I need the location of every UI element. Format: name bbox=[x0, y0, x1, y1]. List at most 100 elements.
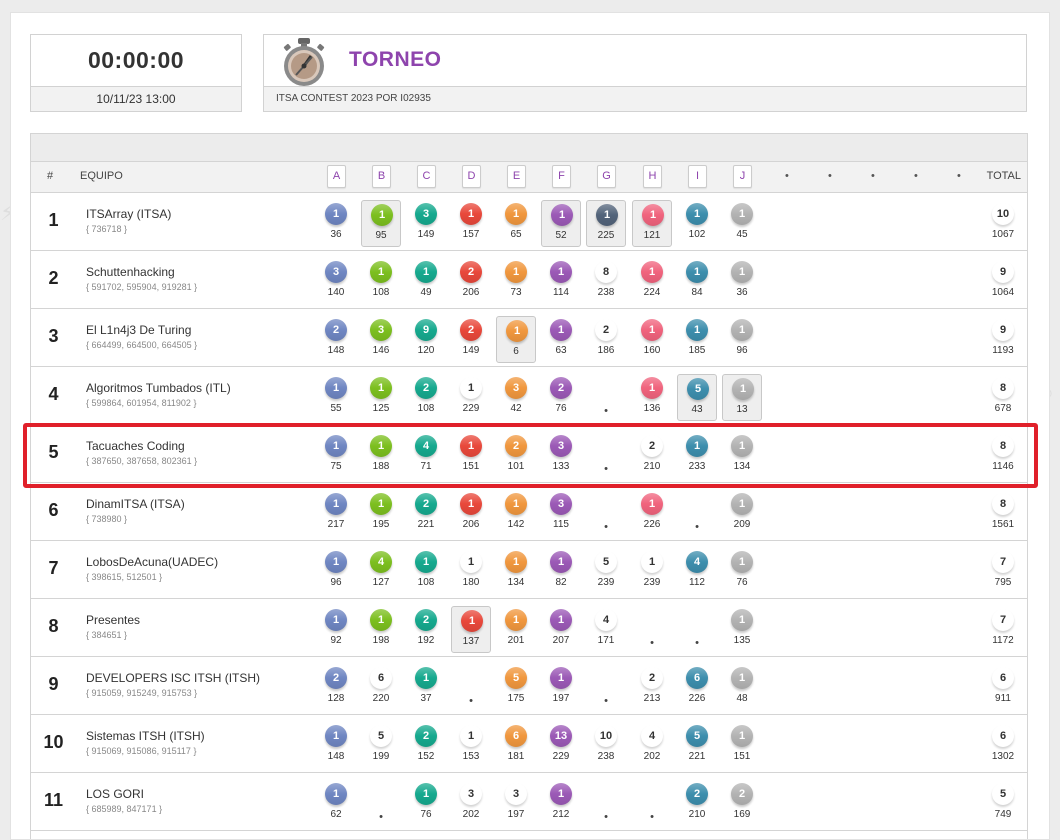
problem-cell-empty: • bbox=[632, 606, 672, 653]
team-name[interactable]: LOS GORI bbox=[86, 787, 144, 801]
solved-balloon: 2 bbox=[686, 783, 708, 805]
problem-cell-b: 1 95 bbox=[361, 200, 401, 247]
empty-cell-dot: • bbox=[379, 811, 383, 823]
team-name[interactable]: Schuttenhacking bbox=[86, 265, 175, 279]
problem-label-e[interactable]: E bbox=[507, 165, 526, 188]
problem-cell-h: 1 160 bbox=[632, 316, 672, 363]
team-row[interactable]: 3 El L1n4j3 De Turing { 664499, 664500, 66… bbox=[31, 309, 1027, 367]
highlighted-team-frame bbox=[23, 423, 1038, 488]
team-name[interactable]: Presentes bbox=[86, 613, 140, 627]
submission-time: 13 bbox=[736, 404, 748, 415]
team-row[interactable]: 2 Schuttenhacking { 591702, 595904, 919281… bbox=[31, 251, 1027, 309]
submission-time: 84 bbox=[691, 287, 703, 298]
solved-balloon: 1 bbox=[731, 203, 753, 225]
solved-balloon: 2 bbox=[415, 493, 437, 515]
team-name[interactable]: DEVELOPERS ISC ITSH (ITSH) bbox=[86, 671, 260, 685]
problem-label-b[interactable]: B bbox=[372, 165, 391, 188]
team-name[interactable]: Algoritmos Tumbados (ITL) bbox=[86, 381, 231, 395]
attempt-count: 8 bbox=[595, 261, 617, 283]
solved-balloon: 1 bbox=[550, 667, 572, 689]
team-row[interactable]: 9 DEVELOPERS ISC ITSH (ITSH) { 915059, 915… bbox=[31, 657, 1027, 715]
team-rank: 11 bbox=[43, 790, 64, 810]
problem-cell-b: 4 127 bbox=[361, 548, 401, 595]
submission-time: 76 bbox=[736, 577, 748, 588]
submission-time: 127 bbox=[372, 577, 390, 588]
team-members: { 736718 } bbox=[86, 224, 128, 234]
problem-cell-j: 1 76 bbox=[722, 548, 762, 595]
solved-balloon: 1 bbox=[370, 377, 392, 399]
problem-cell-b: 5 199 bbox=[361, 722, 401, 769]
submission-time: 149 bbox=[462, 345, 480, 356]
team-total: 5 749 bbox=[981, 780, 1025, 827]
attempt-count: 4 bbox=[595, 609, 617, 631]
submission-time: 135 bbox=[733, 635, 751, 646]
problem-cell-j: 1 36 bbox=[722, 258, 762, 305]
contest-subtitle: ITSA CONTEST 2023 POR I02935 bbox=[264, 86, 1026, 111]
empty-cell-dot: • bbox=[604, 521, 608, 533]
problem-label-g[interactable]: G bbox=[597, 165, 616, 188]
submission-time: 49 bbox=[420, 287, 432, 298]
solved-balloon: 1 bbox=[731, 319, 753, 341]
team-members: { 398615, 512501 } bbox=[86, 572, 163, 582]
problem-label-c[interactable]: C bbox=[417, 165, 436, 188]
problem-cell-h: 4 202 bbox=[632, 722, 672, 769]
submission-time: 169 bbox=[733, 809, 751, 820]
solved-balloon: 1 bbox=[686, 319, 708, 341]
team-row[interactable]: 8 Presentes{ 384651 } 1 92 1 198 2 192 1 137 1 201 1… bbox=[31, 599, 1027, 657]
submission-time: 217 bbox=[327, 519, 345, 530]
team-column-header: EQUIPO bbox=[80, 170, 123, 182]
problem-cell-e: 1 142 bbox=[496, 490, 536, 537]
problem-label-i[interactable]: I bbox=[688, 165, 707, 188]
problem-cell-f: 1 52 bbox=[541, 200, 581, 247]
team-row[interactable]: 1 ITSArray (ITSA){ 736718 } 1 36 1 95 3 149 1 157… bbox=[31, 193, 1027, 251]
submission-time: 181 bbox=[507, 751, 525, 762]
problem-cell-g: 5 239 bbox=[586, 548, 626, 595]
problem-label-a[interactable]: A bbox=[327, 165, 346, 188]
problem-cell-d: 1 157 bbox=[451, 200, 491, 247]
submission-time: 160 bbox=[643, 345, 661, 356]
problem-cell-c: 1 49 bbox=[406, 258, 446, 305]
problem-label-h[interactable]: H bbox=[643, 165, 662, 188]
attempt-count: 5 bbox=[595, 551, 617, 573]
problem-label-d[interactable]: D bbox=[462, 165, 481, 188]
solved-balloon: 4 bbox=[686, 551, 708, 573]
submission-time: 96 bbox=[736, 345, 748, 356]
solved-balloon: 1 bbox=[505, 609, 527, 631]
solved-balloon: 1 bbox=[415, 551, 437, 573]
empty-cell-dot: • bbox=[650, 811, 654, 823]
problem-cell-c: 9 120 bbox=[406, 316, 446, 363]
submission-time: 95 bbox=[375, 230, 387, 241]
team-name[interactable]: LobosDeAcuna(UADEC) bbox=[86, 555, 218, 569]
team-row[interactable]: 11 LOS GORI{ 685989, 847171 } 1 62 • 1 76 3 202 3… bbox=[31, 773, 1027, 831]
submission-time: 192 bbox=[417, 635, 435, 646]
solved-balloon: 2 bbox=[325, 667, 347, 689]
team-members: { 591702, 595904, 919281 } bbox=[86, 282, 198, 292]
solved-balloon: 1 bbox=[641, 377, 663, 399]
team-rank: 6 bbox=[48, 500, 59, 520]
team-row[interactable]: 10 Sistemas ITSH (ITSH) { 915069, 915086, … bbox=[31, 715, 1027, 773]
team-name[interactable]: ITSArray (ITSA) bbox=[86, 207, 171, 221]
team-name[interactable]: DinamITSA (ITSA) bbox=[86, 497, 185, 511]
team-row[interactable]: 4 Algoritmos Tumbados (ITL) { 599864, 6019… bbox=[31, 367, 1027, 425]
submission-time: 148 bbox=[327, 345, 345, 356]
empty-cell-dot: • bbox=[604, 811, 608, 823]
solved-balloon: 1 bbox=[550, 551, 572, 573]
solved-count: 8 bbox=[992, 493, 1014, 515]
team-row[interactable]: 7 LobosDeAcuna(UADEC){ 398615, 512501 } 1 9… bbox=[31, 541, 1027, 599]
submission-time: 55 bbox=[330, 403, 342, 414]
problem-label-j[interactable]: J bbox=[733, 165, 752, 188]
submission-time: 220 bbox=[372, 693, 390, 704]
problem-cell-g: 2 186 bbox=[586, 316, 626, 363]
problem-label-f[interactable]: F bbox=[552, 165, 571, 188]
team-name[interactable]: Sistemas ITSH (ITSH) bbox=[86, 729, 205, 743]
team-total: 6 1302 bbox=[981, 722, 1025, 769]
submission-time: 148 bbox=[327, 751, 345, 762]
team-row[interactable]: 6 DinamITSA (ITSA){ 738980 } 1 217 1 195 2 221 1… bbox=[31, 483, 1027, 541]
problem-cell-f: 13 229 bbox=[541, 722, 581, 769]
solved-balloon: 1 bbox=[731, 261, 753, 283]
submission-time: 108 bbox=[372, 287, 390, 298]
attempt-count: 5 bbox=[370, 725, 392, 747]
submission-time: 146 bbox=[372, 345, 390, 356]
team-members: { 915059, 915249, 915753 } bbox=[86, 688, 198, 698]
team-name[interactable]: El L1n4j3 De Turing bbox=[86, 323, 191, 337]
